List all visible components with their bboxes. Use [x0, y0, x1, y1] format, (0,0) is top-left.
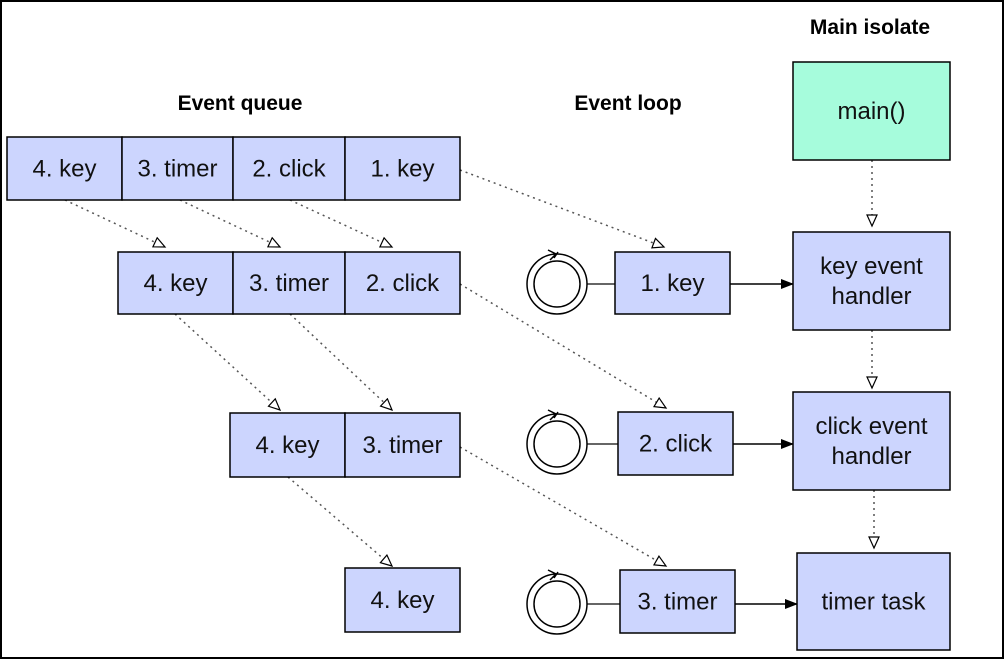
queue-item: 1. key	[344, 136, 461, 201]
click-event-handler-label: handler	[831, 443, 911, 470]
queue-item: 3. timer	[121, 136, 234, 201]
main-function: main()	[792, 61, 951, 161]
key-event-handler: key event handler	[792, 231, 951, 331]
event-queue-title: Event queue	[178, 92, 303, 115]
queue-item: 4. key	[344, 567, 461, 633]
loop-item-label: 1. key	[640, 270, 704, 297]
queue-item: 2. click	[232, 136, 346, 201]
queue-item-label: 2. click	[366, 270, 440, 297]
timer-task: timer task	[796, 552, 951, 651]
queue-item-label: 4. key	[143, 270, 207, 297]
click-event-handler: click event handler	[792, 391, 951, 491]
event-loop-title: Event loop	[574, 92, 681, 115]
key-event-handler-label: key event	[820, 253, 923, 280]
loop-item: 1. key	[614, 251, 731, 315]
main-function-label: main()	[837, 98, 905, 125]
loop-item: 3. timer	[619, 569, 736, 634]
queue-item-label: 2. click	[252, 156, 326, 183]
main-isolate-title: Main isolate	[810, 16, 930, 39]
queue-item: 2. click	[344, 251, 461, 315]
click-event-handler-label: click event	[815, 413, 927, 440]
queue-item-label: 3. timer	[137, 156, 217, 183]
queue-item-label: 3. timer	[362, 432, 442, 459]
queue-item: 4. key	[6, 136, 123, 201]
queue-item-label: 4. key	[32, 156, 96, 183]
loop-item-label: 3. timer	[637, 589, 717, 616]
loop-item: 2. click	[617, 411, 734, 476]
queue-item: 4. key	[117, 251, 234, 315]
timer-task-label: timer task	[821, 589, 926, 616]
key-event-handler-label: handler	[831, 283, 911, 310]
loop-item-label: 2. click	[639, 431, 713, 458]
queue-item-label: 1. key	[370, 156, 434, 183]
event-loop-diagram: Main isolate Event queue Event loop 4. k…	[0, 0, 1004, 659]
queue-item-label: 4. key	[255, 432, 319, 459]
queue-item: 4. key	[229, 412, 346, 478]
queue-item: 3. timer	[344, 412, 461, 478]
queue-item: 3. timer	[232, 251, 346, 315]
queue-item-label: 3. timer	[249, 270, 329, 297]
queue-item-label: 4. key	[370, 587, 434, 614]
